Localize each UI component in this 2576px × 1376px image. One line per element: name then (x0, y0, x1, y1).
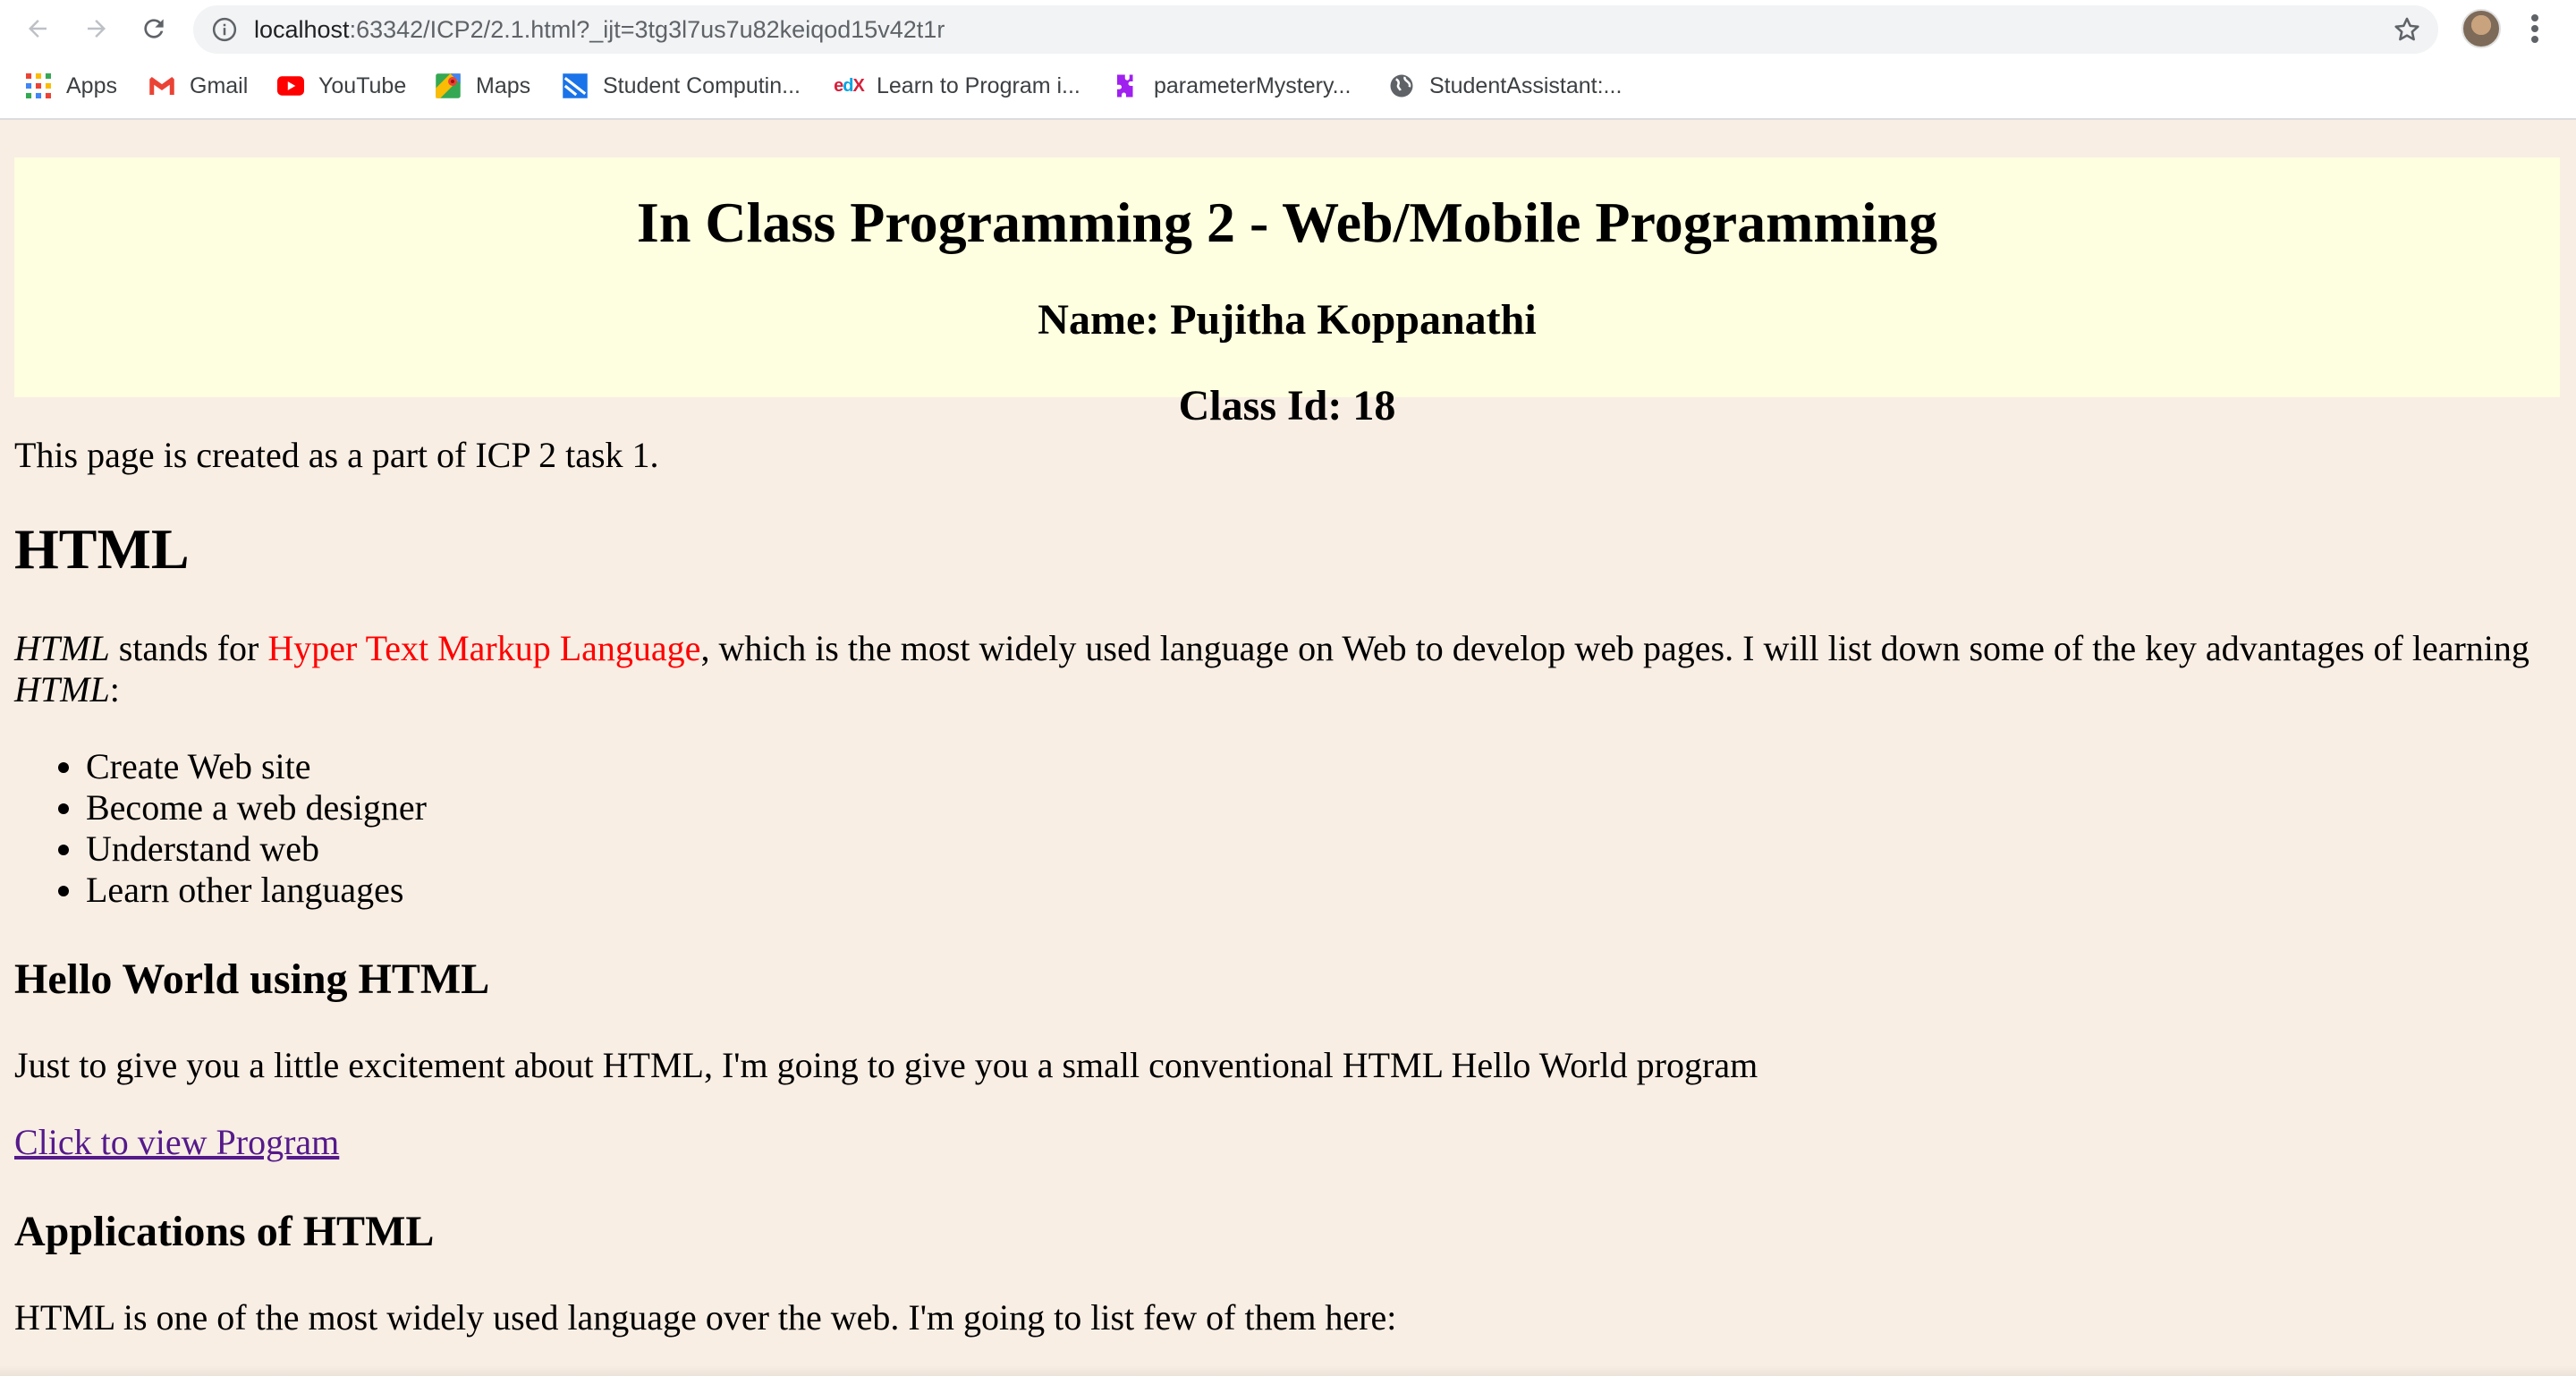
intro-text: This page is created as a part of ICP 2 … (14, 435, 659, 475)
youtube-icon (277, 72, 304, 99)
reload-icon (144, 19, 164, 38)
program-link-wrap: Click to view Program (14, 1122, 339, 1163)
reload-button[interactable] (134, 9, 174, 48)
bookmark-label: Learn to Program i... (877, 72, 1080, 98)
hello-world-heading: Hello World using HTML (14, 956, 490, 1003)
bookmark-label: YouTube (318, 72, 407, 98)
bookmark-label: parameterMystery... (1154, 72, 1352, 98)
forward-button[interactable] (77, 9, 116, 48)
bookmark-student-computing[interactable]: Student Computin... (562, 64, 801, 107)
bookmark-label: Apps (66, 72, 117, 98)
bookmarks-bar: Apps Gmail YouTube Maps Student Computin… (0, 64, 2576, 107)
list-item: Understand web (86, 828, 427, 870)
list-item: Learn other languages (86, 870, 427, 911)
bookmark-edx[interactable]: edX Learn to Program i... (834, 64, 1080, 107)
desc-text: stands for (109, 628, 268, 668)
back-arrow-icon (29, 20, 47, 38)
maps-icon (435, 72, 462, 99)
html-heading: HTML (14, 517, 190, 581)
bookmark-parameter-mystery[interactable]: parameterMystery... (1113, 64, 1351, 107)
html-term: HTML (14, 669, 110, 709)
puzzle-icon (1113, 72, 1140, 99)
desc-text: , which is the most widely used language… (700, 628, 2529, 668)
desc-text: : (109, 669, 120, 709)
bookmark-maps[interactable]: Maps (435, 64, 530, 107)
view-program-link[interactable]: Click to view Program (14, 1122, 339, 1162)
hyper-text-highlight: Hyper Text Markup Language (267, 628, 701, 668)
hello-world-text: Just to give you a little excitement abo… (14, 1045, 1758, 1085)
url-host: localhost (254, 16, 350, 43)
bookmark-star-icon[interactable] (2392, 14, 2422, 45)
applications-heading: Applications of HTML (14, 1208, 435, 1255)
list-item: Create Web site (86, 746, 427, 787)
info-icon[interactable] (211, 16, 238, 43)
html-term: HTML (14, 628, 110, 668)
forward-arrow-icon (88, 20, 106, 38)
apps-grid-icon (25, 72, 52, 99)
url-text[interactable]: localhost:63342/ICP2/2.1.html?_ijt=3tg3l… (254, 5, 945, 54)
url-path: :63342/ICP2/2.1.html?_ijt=3tg3l7us7u82ke… (349, 16, 945, 43)
profile-avatar[interactable] (2462, 9, 2501, 48)
page-bottom-shadow (0, 1365, 2576, 1376)
bookmark-gmail[interactable]: Gmail (148, 64, 248, 107)
browser-chrome: localhost:63342/ICP2/2.1.html?_ijt=3tg3l… (0, 0, 2576, 120)
bookmark-label: Maps (476, 72, 531, 98)
globe-icon (1388, 72, 1415, 99)
bookmark-student-assistant[interactable]: StudentAssistant:... (1388, 64, 1622, 107)
bookmark-label: Student Computin... (603, 72, 801, 98)
advantages-list: Create Web site Become a web designer Un… (86, 746, 427, 911)
bookmark-apps[interactable]: Apps (25, 64, 117, 107)
page-header: In Class Programming 2 - Web/Mobile Prog… (14, 157, 2560, 429)
bookmark-youtube[interactable]: YouTube (277, 64, 406, 107)
student-name: Name: Pujitha Koppanathi (1038, 296, 1537, 344)
gmail-icon (148, 72, 175, 99)
class-id: Class Id: 18 (1178, 382, 1396, 429)
menu-kebab-icon[interactable] (2526, 11, 2544, 47)
student-computing-icon (562, 72, 589, 99)
edx-icon: edX (834, 75, 865, 96)
applications-text: HTML is one of the most widely used lang… (14, 1297, 1397, 1338)
bookmark-label: Gmail (190, 72, 249, 98)
back-button[interactable] (18, 9, 57, 48)
page-title: In Class Programming 2 - Web/Mobile Prog… (636, 191, 1938, 254)
html-description: HTML stands for Hyper Text Markup Langua… (14, 628, 2563, 710)
bookmark-label: StudentAssistant:... (1429, 72, 1623, 98)
address-bar[interactable]: localhost:63342/ICP2/2.1.html?_ijt=3tg3l… (193, 5, 2438, 54)
list-item: Become a web designer (86, 787, 427, 828)
